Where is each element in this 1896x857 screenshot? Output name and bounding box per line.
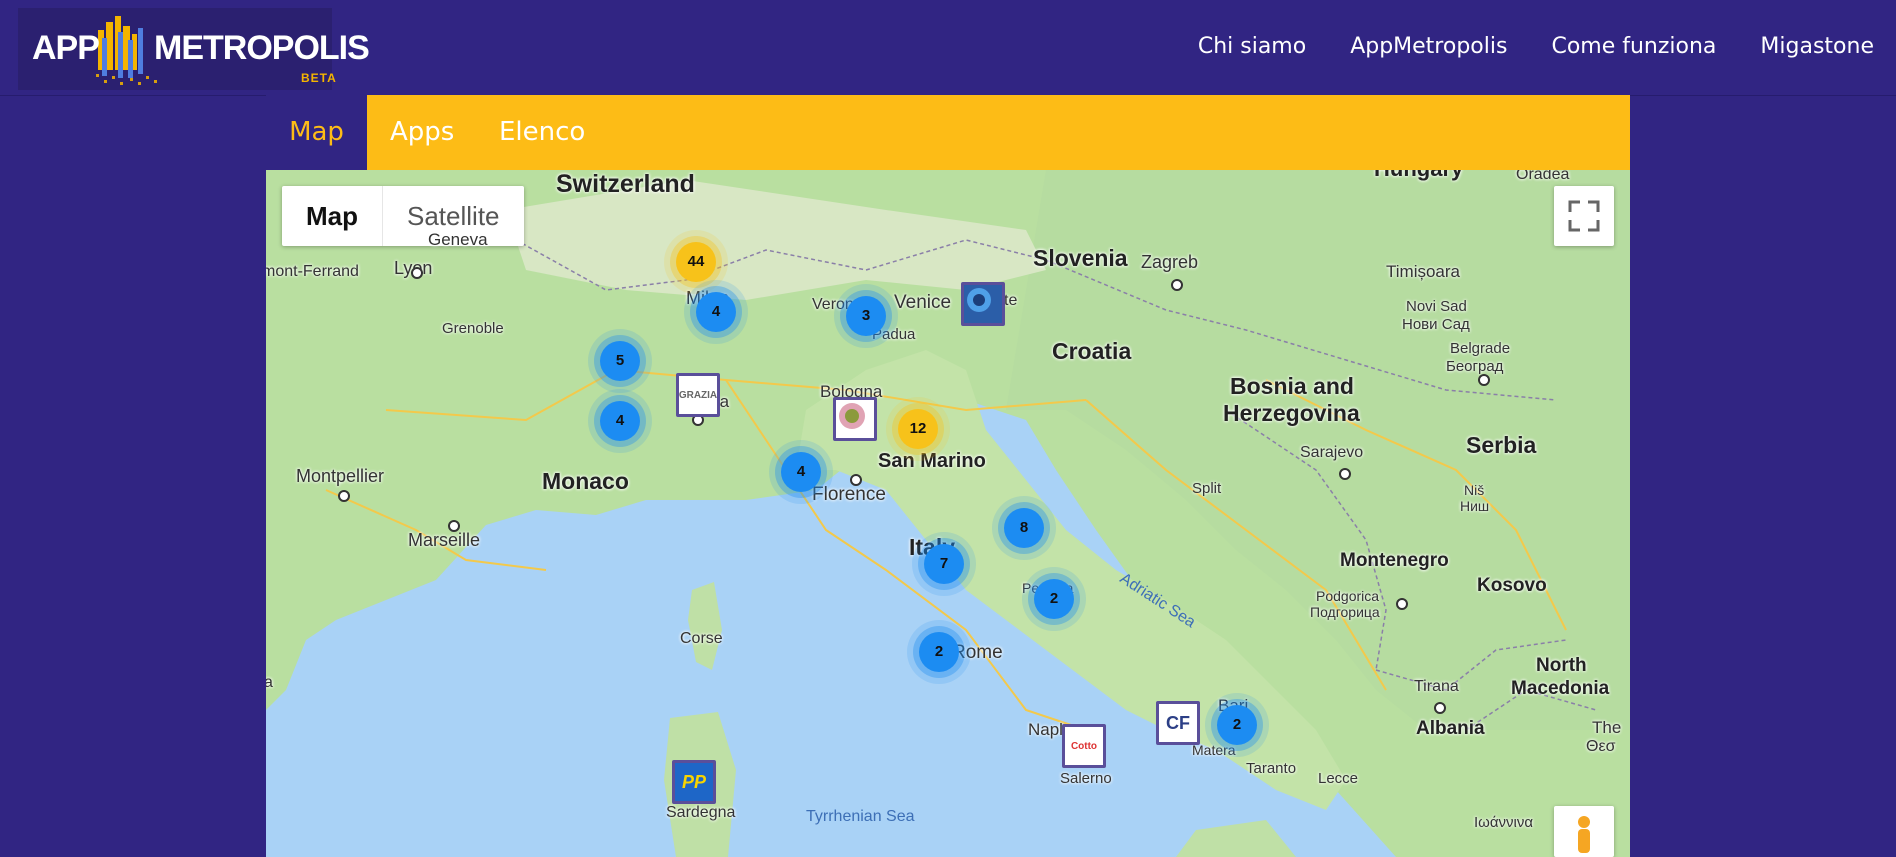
app-pin-grazia[interactable]: GRAZIA <box>676 373 720 417</box>
map-cluster-marker[interactable]: 8 <box>1004 508 1044 548</box>
label-salerno: Salerno <box>1060 770 1112 787</box>
label-serbia: Serbia <box>1466 432 1537 458</box>
logo-text-metropolis: METROPOLIS <box>154 29 370 67</box>
label-tirana: Tirana <box>1414 678 1459 695</box>
decorative-pattern-logo-icon <box>839 403 865 429</box>
nav-migastone[interactable]: Migastone <box>1760 30 1874 64</box>
label-grenoble: Grenoble <box>442 320 504 337</box>
map-cluster-marker[interactable]: 12 <box>898 409 938 449</box>
nav-come-funziona[interactable]: Come funziona <box>1551 30 1716 64</box>
label-corse: Corse <box>680 630 723 647</box>
label-sardegna: Sardegna <box>666 804 736 821</box>
street-view-pegman-icon <box>1578 816 1590 853</box>
label-slovenia: Slovenia <box>1033 245 1128 271</box>
map-cluster-marker[interactable]: 3 <box>846 296 886 336</box>
city-dot <box>448 520 460 532</box>
logo-beta-badge: BETA <box>301 71 337 85</box>
fullscreen-icon <box>1568 200 1600 232</box>
map-cluster-marker[interactable]: 44 <box>676 242 716 282</box>
city-dot <box>1478 374 1490 386</box>
cf-logo-text: CF <box>1166 712 1190 733</box>
label-monaco: Monaco <box>542 468 629 494</box>
label-nis: Niš <box>1464 482 1485 498</box>
label-venice: Venice <box>894 292 952 313</box>
city-dot <box>338 490 350 502</box>
app-metropolis-logo[interactable]: APP METROPOLIS BETA <box>18 8 370 90</box>
label-hungary: Hungary <box>1374 170 1463 182</box>
label-north-macedonia-1: North <box>1536 655 1587 676</box>
city-dot <box>1171 279 1183 291</box>
label-belgrade: Belgrade <box>1450 340 1511 357</box>
label-tyrrhenian-sea: Tyrrhenian Sea <box>806 808 915 825</box>
label-novi-sad: Novi Sad <box>1406 298 1467 315</box>
label-marseille: Marseille <box>408 530 481 550</box>
label-timisoara: Timișoara <box>1386 262 1460 281</box>
label-switzerland: Switzerland <box>556 170 695 198</box>
map-cluster-marker[interactable]: 2 <box>919 632 959 672</box>
main-nav: Chi siamo AppMetropolis Come funziona Mi… <box>1198 30 1874 64</box>
label-sarajevo: Sarajevo <box>1300 444 1364 461</box>
app-pin-pattern[interactable] <box>833 397 877 441</box>
app-pin-cotto[interactable]: Cotto <box>1062 724 1106 768</box>
label-san-marino: San Marino <box>878 450 986 472</box>
label-podgorica-cyr: Подгорица <box>1310 604 1380 620</box>
label-podgorica: Podgorica <box>1316 588 1380 604</box>
label-montenegro: Montenegro <box>1340 550 1449 571</box>
street-view-button[interactable] <box>1554 806 1614 857</box>
tab-map[interactable]: Map <box>266 95 367 170</box>
fullscreen-button[interactable] <box>1554 186 1614 246</box>
map-cluster-marker[interactable]: 2 <box>1217 705 1257 745</box>
label-novi-sad-cyr: Нови Сад <box>1402 316 1470 333</box>
map-type-map-button[interactable]: Map <box>282 186 383 246</box>
label-split: Split <box>1192 480 1222 497</box>
label-thess-cyr: Θεσ <box>1586 738 1616 755</box>
app-pin-pp[interactable]: PP <box>672 760 716 804</box>
label-albania: Albania <box>1416 718 1485 739</box>
label-croatia: Croatia <box>1052 338 1132 364</box>
globe-logo-icon <box>967 288 991 312</box>
label-north-macedonia-2: Macedonia <box>1511 678 1610 699</box>
nav-chi-siamo[interactable]: Chi siamo <box>1198 30 1306 64</box>
nav-appmetropolis[interactable]: AppMetropolis <box>1350 30 1507 64</box>
tab-apps[interactable]: Apps <box>390 95 454 170</box>
label-lecce: Lecce <box>1318 770 1359 787</box>
label-kosovo: Kosovo <box>1477 575 1547 596</box>
view-tab-bar: Map Apps Elenco <box>266 95 1630 170</box>
label-bosnia-2: Herzegovina <box>1223 400 1360 426</box>
map-cluster-marker[interactable]: 7 <box>924 544 964 584</box>
map-cluster-marker[interactable]: 4 <box>600 401 640 441</box>
label-zagreb: Zagreb <box>1141 252 1199 272</box>
label-rome: Rome <box>952 642 1003 663</box>
map-canvas[interactable]: Map Satellite Switzerland Hungary Sloven… <box>266 170 1630 857</box>
label-clermont-ferrand: mont-Ferrand <box>266 263 359 280</box>
pp-logo-text: PP <box>681 771 706 792</box>
grazia-logo-text: GRAZIA <box>678 389 718 401</box>
label-geneva: Geneva <box>428 230 488 249</box>
map-cluster-marker[interactable]: 4 <box>781 452 821 492</box>
city-dot <box>1339 468 1351 480</box>
label-florence: Florence <box>812 484 886 505</box>
label-the: The <box>1592 718 1622 737</box>
app-pin-cf[interactable]: CF <box>1156 701 1200 745</box>
city-dot <box>1434 702 1446 714</box>
map-cluster-marker[interactable]: 5 <box>600 341 640 381</box>
city-dot <box>411 267 423 279</box>
label-edge-a: a <box>266 674 273 691</box>
city-dot <box>850 474 862 486</box>
label-taranto: Taranto <box>1246 760 1297 777</box>
logo-text-app: APP <box>32 29 100 67</box>
city-dot <box>1396 598 1408 610</box>
label-belgrade-cyr: Београд <box>1446 358 1504 375</box>
cotto-logo-text: Cotto <box>1070 740 1098 752</box>
tab-elenco[interactable]: Elenco <box>499 95 585 170</box>
label-ioannina-cyr: Ιωάννινα <box>1474 814 1534 831</box>
site-header: APP METROPOLIS BETA Chi siamo AppMetropo… <box>0 0 1896 96</box>
map-cluster-marker[interactable]: 4 <box>696 292 736 332</box>
app-pin-globe[interactable] <box>961 282 1005 326</box>
label-montpellier: Montpellier <box>296 466 385 486</box>
label-bosnia-1: Bosnia and <box>1230 373 1354 399</box>
map-cluster-marker[interactable]: 2 <box>1034 579 1074 619</box>
label-nis-cyr: Ниш <box>1460 498 1490 514</box>
label-oradea: Oradea <box>1516 170 1570 183</box>
